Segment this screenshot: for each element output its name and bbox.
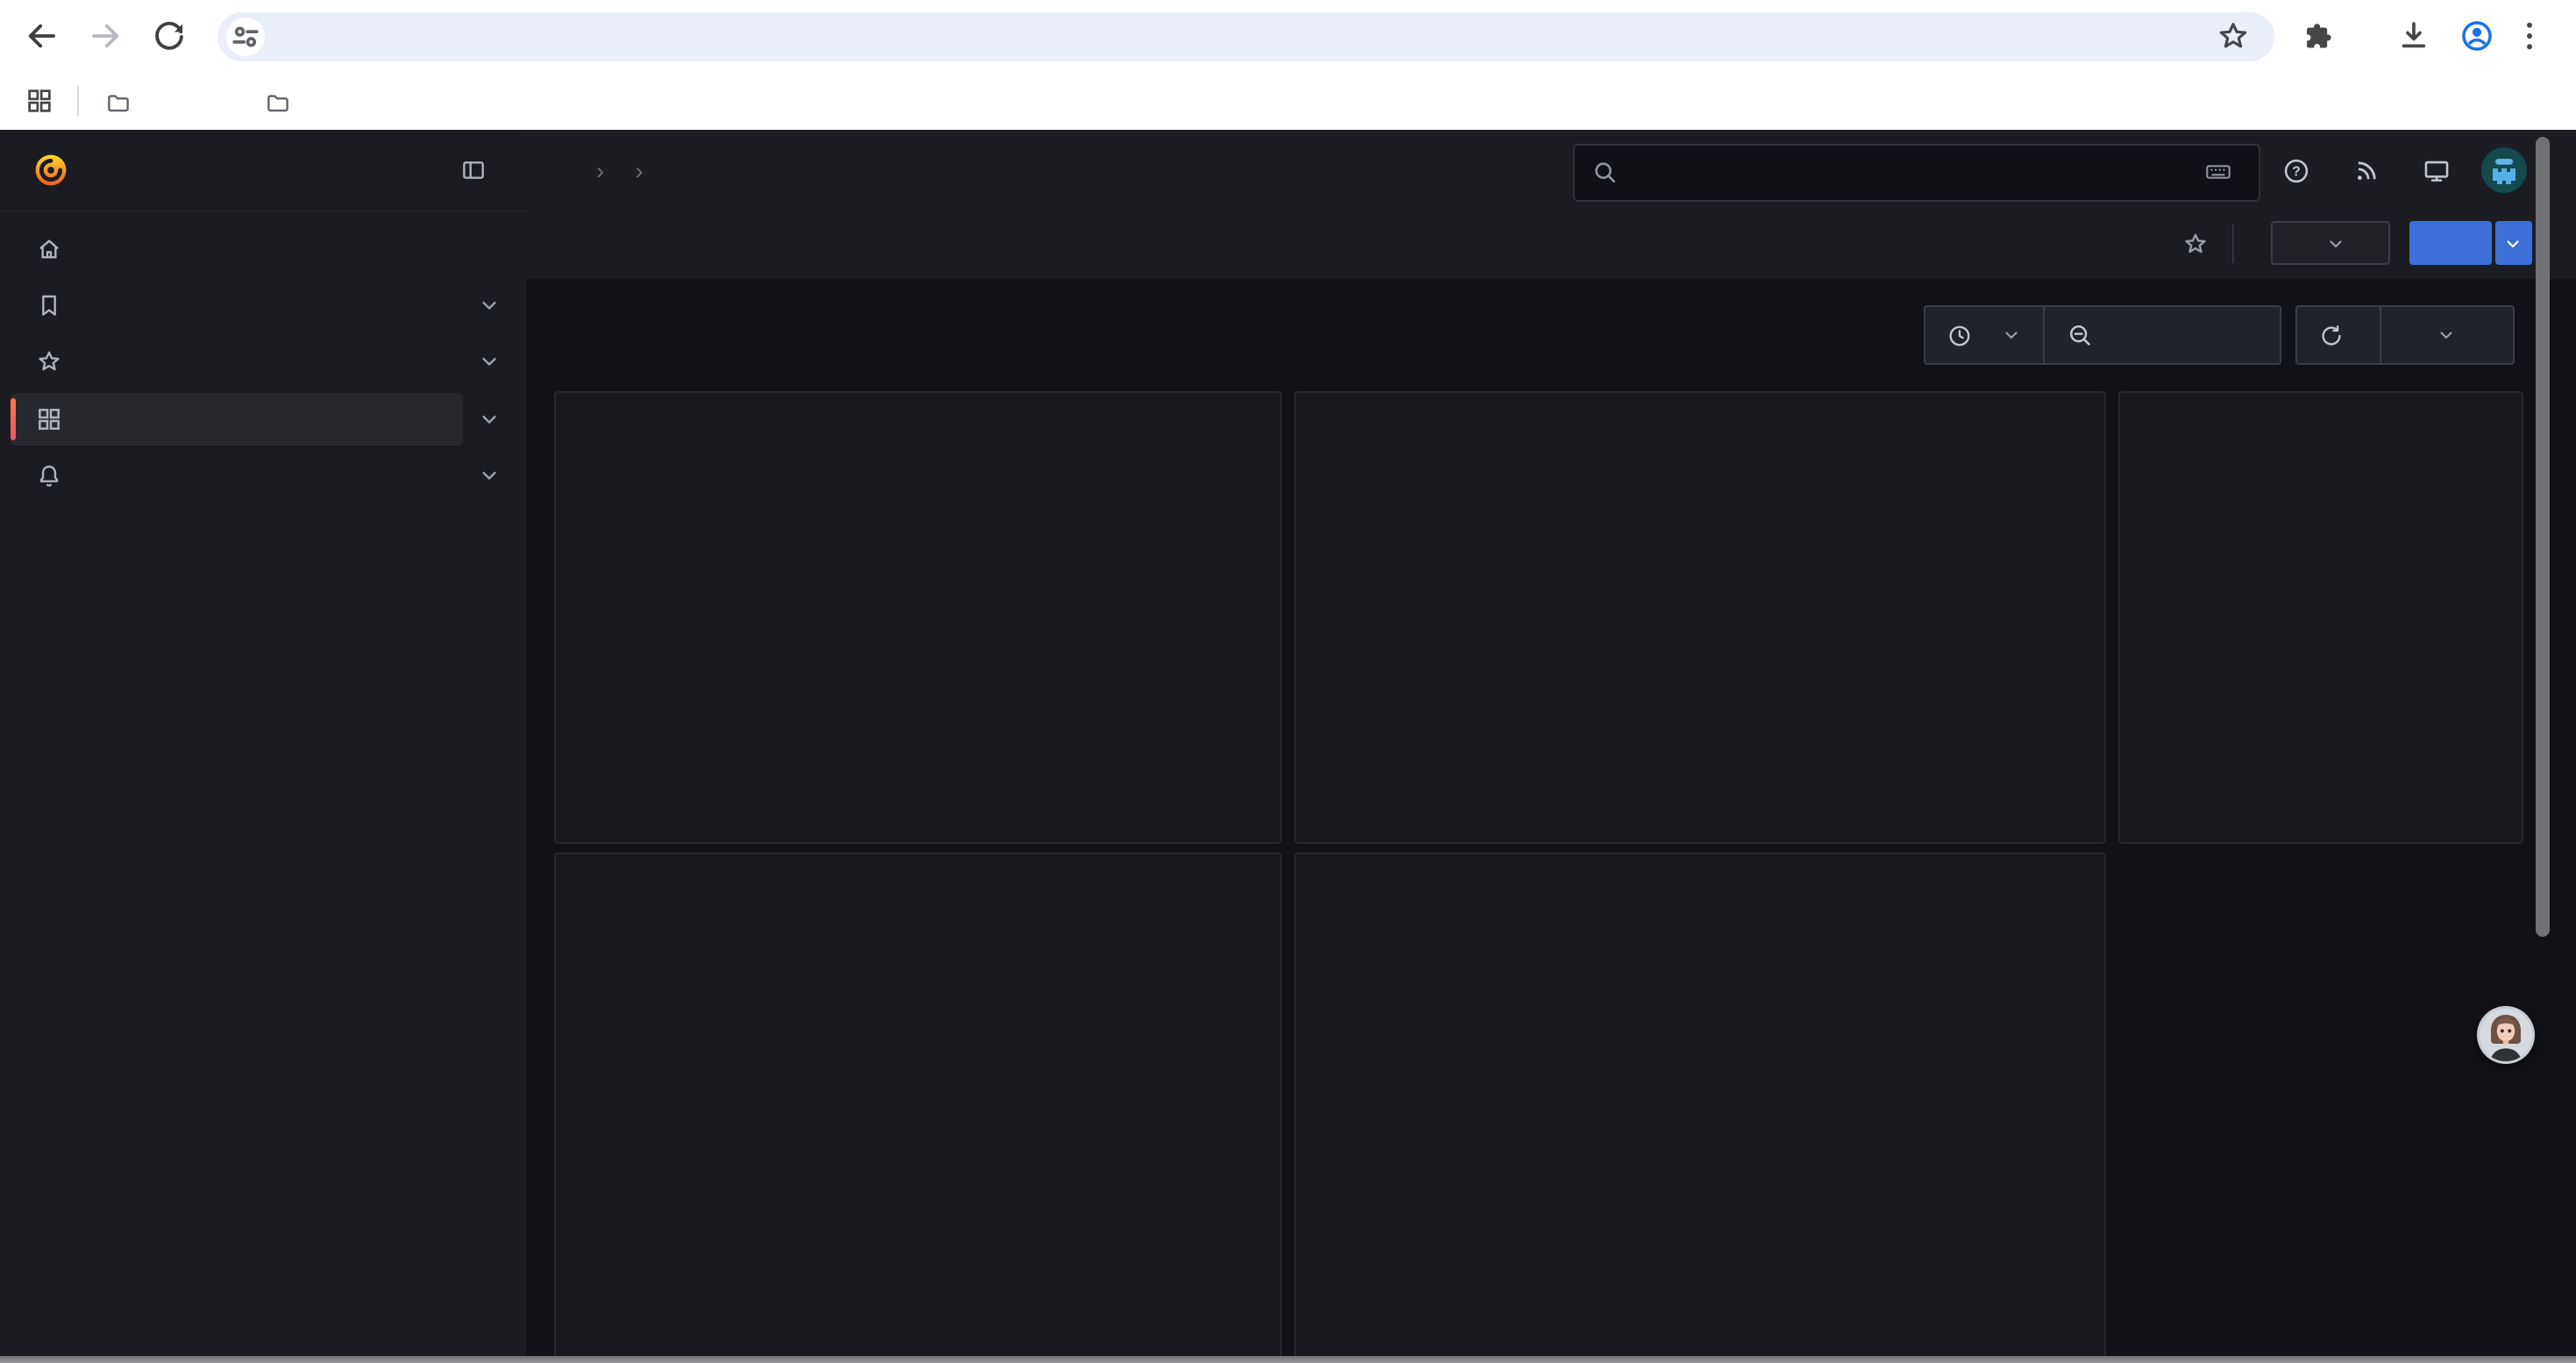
chevron-down-icon bbox=[2502, 232, 2523, 253]
assistant-avatar[interactable] bbox=[2476, 1005, 2536, 1065]
bookmark-star-icon[interactable] bbox=[2215, 18, 2252, 54]
bookmark-folder-blogs[interactable] bbox=[265, 84, 302, 119]
extensions-icon[interactable] bbox=[2302, 19, 2336, 53]
share-menu-button[interactable] bbox=[2494, 221, 2531, 265]
breadcrumb: › › bbox=[584, 158, 656, 184]
grafana-app: › › bbox=[0, 130, 2576, 1363]
grafana-logo-icon[interactable] bbox=[32, 151, 70, 189]
window-bottom-edge bbox=[0, 1355, 2576, 1363]
search-shortcut bbox=[2204, 158, 2241, 186]
app-header: › › bbox=[526, 130, 2576, 212]
search-icon bbox=[1590, 158, 1619, 186]
page-scrollbar-thumb[interactable] bbox=[2536, 137, 2549, 937]
monitor-icon[interactable] bbox=[2422, 156, 2451, 186]
share-button[interactable] bbox=[2409, 221, 2492, 265]
refresh-interval-button[interactable] bbox=[2380, 307, 2513, 363]
sidebar-item-bookmarks[interactable] bbox=[11, 279, 463, 332]
dashboard-subheader bbox=[526, 211, 2576, 281]
address-bar[interactable] bbox=[217, 12, 2274, 61]
zoom-out-button[interactable] bbox=[2045, 307, 2113, 363]
browser-menu-icon[interactable] bbox=[2511, 18, 2548, 54]
favorite-star-icon[interactable] bbox=[2181, 230, 2210, 258]
apps-icon bbox=[35, 404, 63, 432]
star-icon bbox=[35, 347, 63, 375]
chevron-down-icon[interactable] bbox=[477, 349, 502, 374]
apps-grid-icon[interactable] bbox=[25, 86, 54, 116]
screen: › › bbox=[0, 0, 2576, 1363]
chevron-down-icon[interactable] bbox=[477, 406, 502, 431]
refresh-button[interactable] bbox=[2296, 307, 2379, 363]
panel-errors-per-second[interactable] bbox=[2119, 391, 2523, 845]
sidebar-item-home[interactable] bbox=[11, 223, 463, 275]
refresh-icon bbox=[2317, 322, 2344, 348]
clock-icon bbox=[1946, 322, 1973, 348]
subheader-divider bbox=[2232, 225, 2234, 263]
chevron-down-icon[interactable] bbox=[477, 462, 502, 487]
bookmarks-separator bbox=[77, 86, 79, 116]
bookmark-icon bbox=[35, 291, 63, 319]
site-info-icon[interactable] bbox=[226, 18, 265, 56]
chevron-down-icon bbox=[2325, 232, 2346, 253]
forward-icon[interactable] bbox=[88, 18, 125, 54]
panel-total-requests-per-minute[interactable] bbox=[553, 391, 1282, 845]
export-button[interactable] bbox=[2271, 221, 2390, 265]
chevron-down-icon bbox=[2001, 325, 2022, 346]
chevron-down-icon[interactable] bbox=[477, 293, 502, 318]
bookmarks-bar bbox=[0, 74, 2576, 130]
sidebar-item-dashboards[interactable] bbox=[11, 392, 463, 445]
time-controls bbox=[1924, 305, 2281, 365]
refresh-controls bbox=[2295, 305, 2515, 365]
sidebar-item-starred[interactable] bbox=[11, 335, 463, 388]
home-icon bbox=[35, 235, 63, 263]
downloads-icon[interactable] bbox=[2395, 18, 2432, 54]
sidebar-header bbox=[0, 130, 526, 212]
sidebar bbox=[0, 130, 528, 1363]
help-icon[interactable] bbox=[2281, 156, 2311, 186]
user-avatar[interactable] bbox=[2481, 147, 2527, 193]
panel-requests-under-100ms[interactable] bbox=[1295, 853, 2106, 1363]
time-range-picker[interactable] bbox=[1925, 307, 2043, 363]
panel-average-response-time[interactable] bbox=[553, 853, 1282, 1363]
search-input[interactable] bbox=[1573, 144, 2260, 202]
zoom-out-icon bbox=[2065, 321, 2093, 349]
news-rss-icon[interactable] bbox=[2352, 156, 2381, 186]
browser-toolbar bbox=[0, 0, 2576, 74]
collapse-sidebar-icon[interactable] bbox=[459, 156, 487, 184]
dashboard-canvas bbox=[526, 279, 2576, 1363]
sidebar-item-alerting[interactable] bbox=[11, 448, 463, 501]
folder-icon bbox=[265, 89, 291, 115]
reload-icon[interactable] bbox=[151, 18, 188, 54]
back-icon[interactable] bbox=[23, 18, 60, 54]
keyboard-icon bbox=[2204, 158, 2232, 186]
breadcrumb-separator: › bbox=[636, 158, 644, 184]
bell-icon bbox=[35, 460, 63, 489]
profile-icon[interactable] bbox=[2459, 18, 2495, 54]
chevron-down-icon bbox=[2437, 325, 2458, 346]
breadcrumb-separator: › bbox=[596, 158, 604, 184]
bookmark-folder-freeleaps[interactable] bbox=[105, 84, 142, 119]
folder-icon bbox=[105, 89, 132, 115]
panel-request-per-minute[interactable] bbox=[1295, 391, 2106, 845]
